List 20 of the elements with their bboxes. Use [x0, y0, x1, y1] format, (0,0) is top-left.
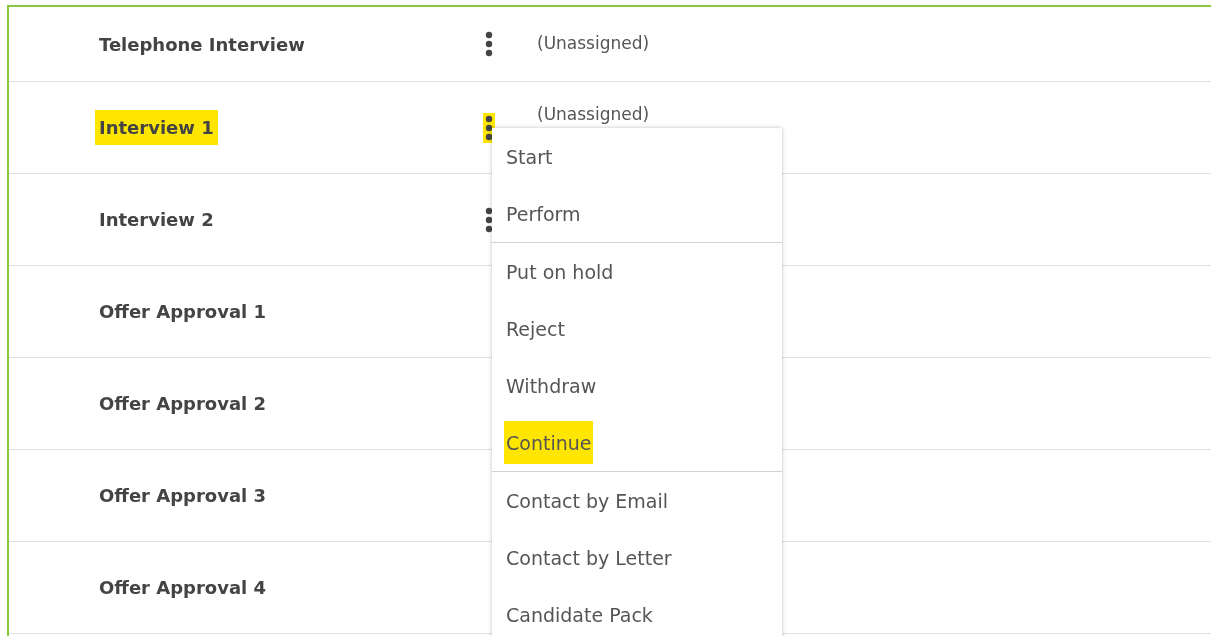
menu-item[interactable]: Continue: [492, 414, 782, 471]
menu-item[interactable]: Put on hold: [492, 243, 782, 300]
menu-item[interactable]: Withdraw: [492, 357, 782, 414]
stage-name: Telephone Interview: [98, 32, 306, 57]
menu-item[interactable]: Candidate Pack: [492, 586, 782, 636]
stage-name: Offer Approval 1: [98, 300, 268, 324]
menu-item[interactable]: Perform: [492, 185, 782, 242]
more-options-icon[interactable]: [483, 112, 495, 143]
stage-name: Offer Approval 2: [98, 392, 268, 416]
menu-item[interactable]: Contact by Email: [492, 472, 782, 529]
menu-item[interactable]: Reject: [492, 300, 782, 357]
stage-name: Interview 2: [98, 208, 215, 232]
stage-name: Interview 1: [95, 110, 218, 145]
menu-item[interactable]: Contact by Letter: [492, 529, 782, 586]
menu-item[interactable]: Start: [492, 128, 782, 185]
assignee-text: (Unassigned): [537, 103, 650, 126]
stage-name: Offer Approval 4: [98, 576, 268, 600]
stage-name: Offer Approval 3: [98, 484, 268, 508]
assignee-text: (Unassigned): [537, 32, 650, 56]
more-options-icon[interactable]: [483, 29, 495, 59]
